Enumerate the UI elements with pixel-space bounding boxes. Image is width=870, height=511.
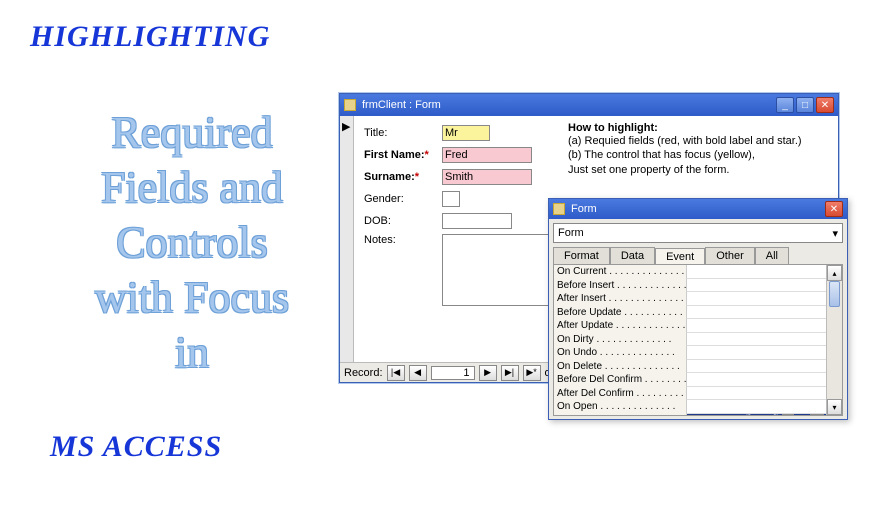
property-name: After Insert . . . . . . . . . . . . . .	[554, 293, 686, 304]
property-row[interactable]: After Insert . . . . . . . . . . . . . .	[554, 292, 826, 306]
object-selector-value: Form	[558, 227, 584, 239]
property-value[interactable]	[686, 292, 826, 306]
surname-field[interactable]: Smith	[442, 169, 532, 185]
banner-subtitle: RequiredFields andControlswith Focusin	[52, 105, 332, 380]
scroll-thumb[interactable]	[829, 281, 840, 307]
help-line-a: (a) Requied fields (red, with bold label…	[568, 134, 828, 148]
property-name: On Open . . . . . . . . . . . . . .	[554, 401, 686, 412]
banner-highlighting: HIGHLIGHTING	[30, 20, 270, 54]
close-button[interactable]: ✕	[816, 97, 834, 113]
scroll-down-button[interactable]: ▾	[827, 399, 842, 415]
property-value[interactable]	[686, 333, 826, 347]
banner-msaccess: MS ACCESS	[50, 430, 222, 464]
notes-label: Notes:	[364, 234, 442, 246]
tab-event[interactable]: Event	[655, 248, 705, 265]
maximize-button[interactable]: □	[796, 97, 814, 113]
current-record-arrow-icon: ▶	[342, 120, 350, 133]
tab-other[interactable]: Other	[705, 247, 755, 264]
new-record-button[interactable]: ▶*	[523, 365, 541, 381]
help-heading: How to highlight:	[568, 122, 658, 134]
property-row[interactable]: After Del Confirm . . . . . . . . . . . …	[554, 387, 826, 401]
title-field[interactable]: Mr	[442, 125, 490, 141]
firstname-field[interactable]: Fred	[442, 147, 532, 163]
property-row[interactable]: On Delete . . . . . . . . . . . . . .	[554, 360, 826, 374]
chevron-down-icon: ▾	[832, 227, 838, 240]
property-sheet-window: Form ✕ Form ▾ Format Data Event Other Al…	[548, 198, 848, 420]
help-line-b: (b) The control that has focus (yellow),	[568, 148, 828, 162]
property-name: Before Insert . . . . . . . . . . . . . …	[554, 280, 686, 291]
property-value[interactable]	[686, 306, 826, 320]
minimize-button[interactable]: _	[776, 97, 794, 113]
property-name: On Delete . . . . . . . . . . . . . .	[554, 361, 686, 372]
property-row[interactable]: On Current . . . . . . . . . . . . . .	[554, 265, 826, 279]
property-value[interactable]: =SetupForm([Form])▾...	[686, 414, 826, 416]
dob-field[interactable]	[442, 213, 512, 229]
property-value[interactable]	[686, 319, 826, 333]
surname-label: Surname:*	[364, 171, 442, 183]
record-number-field[interactable]: 1	[431, 366, 475, 380]
property-row[interactable]: On Dirty . . . . . . . . . . . . . .	[554, 333, 826, 347]
property-row[interactable]: On Undo . . . . . . . . . . . . . .	[554, 346, 826, 360]
notes-field[interactable]	[442, 234, 562, 306]
property-value[interactable]	[686, 400, 826, 414]
property-title: Form	[571, 203, 825, 215]
property-value[interactable]	[686, 346, 826, 360]
window-titlebar[interactable]: frmClient : Form _ □ ✕	[340, 94, 838, 116]
property-titlebar[interactable]: Form ✕	[549, 199, 847, 219]
scroll-up-button[interactable]: ▴	[827, 265, 842, 281]
property-name: On Undo . . . . . . . . . . . . . .	[554, 347, 686, 358]
last-record-button[interactable]: ▶|	[501, 365, 519, 381]
property-name: On Current . . . . . . . . . . . . . .	[554, 266, 686, 277]
property-row[interactable]: Before Del Confirm . . . . . . . . . . .…	[554, 373, 826, 387]
property-row[interactable]: On Load . . . . . . . . . . . . . . =Set…	[554, 414, 826, 416]
record-label: Record:	[344, 367, 383, 379]
property-value[interactable]	[686, 387, 826, 401]
property-close-button[interactable]: ✕	[825, 201, 843, 217]
property-row[interactable]: Before Update . . . . . . . . . . . . . …	[554, 306, 826, 320]
property-value[interactable]	[686, 265, 826, 279]
gender-label: Gender:	[364, 193, 442, 205]
window-title: frmClient : Form	[362, 99, 776, 111]
dropdown-icon[interactable]: ▾	[782, 414, 794, 415]
property-row[interactable]: After Update . . . . . . . . . . . . . .	[554, 319, 826, 333]
dob-label: DOB:	[364, 215, 442, 227]
property-name: On Dirty . . . . . . . . . . . . . .	[554, 334, 686, 345]
next-record-button[interactable]: ▶	[479, 365, 497, 381]
tab-format[interactable]: Format	[553, 247, 610, 264]
builder-button[interactable]: ...	[810, 414, 824, 415]
tab-all[interactable]: All	[755, 247, 789, 264]
property-value[interactable]	[686, 279, 826, 293]
form-icon	[553, 203, 565, 215]
prev-record-button[interactable]: ◀	[409, 365, 427, 381]
record-selector[interactable]: ▶	[340, 116, 354, 362]
help-line-c: Just set one property of the form.	[568, 163, 828, 177]
firstname-label: First Name:*	[364, 149, 442, 161]
property-row[interactable]: On Open . . . . . . . . . . . . . .	[554, 400, 826, 414]
form-icon	[344, 99, 356, 111]
property-value[interactable]	[686, 373, 826, 387]
property-value[interactable]	[686, 360, 826, 374]
property-grid: On Current . . . . . . . . . . . . . . B…	[553, 264, 843, 416]
property-row[interactable]: Before Insert . . . . . . . . . . . . . …	[554, 279, 826, 293]
tab-data[interactable]: Data	[610, 247, 655, 264]
gender-field[interactable]	[442, 191, 460, 207]
first-record-button[interactable]: |◀	[387, 365, 405, 381]
property-name: After Del Confirm . . . . . . . . . . . …	[554, 388, 686, 399]
property-name: After Update . . . . . . . . . . . . . .	[554, 320, 686, 331]
property-name: Before Del Confirm . . . . . . . . . . .…	[554, 374, 686, 385]
property-name: Before Update . . . . . . . . . . . . . …	[554, 307, 686, 318]
property-scrollbar[interactable]: ▴ ▾	[826, 265, 842, 415]
object-selector[interactable]: Form ▾	[553, 223, 843, 243]
title-label: Title:	[364, 127, 442, 139]
